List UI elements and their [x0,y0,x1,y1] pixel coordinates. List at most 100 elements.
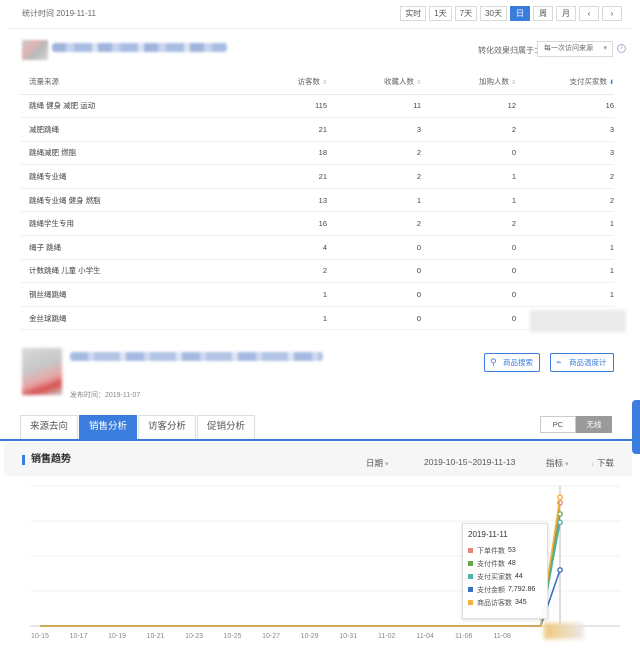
source-keyword-cell[interactable]: 跳绳专业绳 健身 燃脂 [20,188,210,213]
metric-cell: 3 [516,117,614,142]
metric-cell: 115 [210,94,327,119]
metric-cell: 12 [421,94,516,119]
metric-cell: 1 [516,282,614,307]
source-keyword-cell[interactable]: 跳绳学生专用 [20,211,210,237]
metric-cell: 4 [210,235,327,260]
product-title-blurred [52,43,227,52]
download-button[interactable]: ↓ 下载 [589,457,614,469]
table-row[interactable]: 跳绳专业绳 21 2 1 2 [20,164,614,189]
x-tick-label: 10-17 [70,633,88,640]
period-7day-button[interactable]: 7天 [454,6,478,21]
source-keyword-cell[interactable]: 跳绳 健身 减肥 运动 [20,94,210,119]
x-tick-label: 11-06 [455,633,472,640]
metric-cell: 2 [421,211,516,237]
col-header-favorites[interactable]: 收藏人数 ⇕ [327,70,421,95]
source-table: 流量来源 访客数 ⇕ 收藏人数 ⇕ 加购人数 ⇕ 支付买家数 ⬇ 跳绳 健身 减肥 运动… [20,70,614,331]
tooltip-series-value: 44 [515,573,523,580]
traffic-source-panel: 统计时间 2019-11-11 实时 1天 7天 30天 日 周 月 ‹ › 转… [0,0,632,340]
metric-cell: 16 [516,94,614,119]
metric-cell: 0 [327,259,421,284]
tab-underline [0,439,632,441]
platform-wireless-button[interactable]: 无线 [576,416,612,433]
prev-period-button[interactable]: ‹ [579,6,599,21]
table-row[interactable]: 减肥跳绳 21 3 2 3 [20,117,614,142]
x-tick-label: 10-31 [339,633,357,640]
metric-cell: 16 [210,211,327,237]
conversion-select[interactable]: 每一次访问来源 ▾ [537,41,613,57]
metric-cell: 1 [421,164,516,189]
link-icon: ⌁ [556,357,562,367]
sort-icon[interactable]: ⇕ [322,80,327,86]
metrics-select[interactable]: 指标 ▾ [546,457,569,469]
sort-icon[interactable]: ⇕ [416,80,421,86]
table-row[interactable]: 跳绳学生专用 16 2 2 1 [20,211,614,237]
metric-cell: 0 [421,259,516,284]
table-row[interactable]: 跳绳专业绳 健身 燃脂 13 1 1 2 [20,188,614,213]
tooltip-row: 下单件数 53 [468,544,542,557]
product-analysis-panel: 发布时间：2019-11-07 ⚲ 商品搜索 ⌁ 商品温度计 来源去向 销售分析… [0,340,640,655]
tooltip-date: 2019-11-11 [468,530,508,539]
blurred-region [544,623,584,639]
tooltip-row: 支付金额 7,792.86 [468,583,542,596]
col-header-visitors[interactable]: 访客数 ⇕ [210,70,327,95]
date-range[interactable]: 2019-10-15~2019-11-13 [424,457,515,467]
product-search-button[interactable]: ⚲ 商品搜索 [484,353,540,372]
legend-dot-icon [468,574,473,579]
table-row[interactable]: 金丝球跳绳 1 0 0 [20,306,614,331]
series-point[interactable] [557,567,563,573]
product-thermometer-button[interactable]: ⌁ 商品温度计 [550,353,614,372]
platform-pc-button[interactable]: PC [540,416,576,433]
source-keyword-cell[interactable]: 减肥跳绳 [20,117,210,142]
conversion-label: 转化效果归属于： [478,46,542,55]
period-realtime-button[interactable]: 实时 [400,6,427,21]
table-row[interactable]: 跳绳减肥 燃脂 18 2 0 3 [20,141,614,166]
metric-cell: 2 [327,211,421,237]
chevron-down-icon: ▾ [565,461,569,468]
source-keyword-cell[interactable]: 计数跳绳 儿童 小学生 [20,259,210,284]
metric-cell: 2 [516,164,614,189]
x-tick-label: 10-19 [108,633,126,640]
metric-cell: 2 [327,141,421,166]
period-day-button[interactable]: 日 [510,6,530,21]
period-30day-button[interactable]: 30天 [480,6,507,21]
granularity-select[interactable]: 日期 ▾ [366,457,389,469]
period-week-button[interactable]: 周 [533,6,553,21]
source-keyword-cell[interactable]: 金丝球跳绳 [20,306,210,331]
metric-cell: 0 [327,306,421,331]
period-1day-button[interactable]: 1天 [429,6,452,21]
series-point[interactable] [557,519,563,526]
metric-cell: 3 [327,117,421,142]
side-float-tab[interactable] [632,400,640,454]
source-keyword-cell[interactable]: 钢丝绳跳绳 [20,282,210,307]
sort-desc-icon[interactable]: ⬇ [609,80,614,86]
metric-cell: 1 [210,306,327,331]
tab-promotion-analysis[interactable]: 促销分析 [197,415,256,439]
info-icon[interactable]: i [617,44,626,53]
next-period-button[interactable]: › [602,6,622,21]
product-search-label: 商品搜索 [503,358,533,367]
tab-source-destination[interactable]: 来源去向 [20,415,79,439]
x-tick-label: 10-23 [185,633,203,640]
col-header-buyers[interactable]: 支付买家数 ⬇ [516,70,614,95]
source-keyword-cell[interactable]: 跳绳减肥 燃脂 [20,141,210,166]
tooltip-row: 商品访客数 345 [468,596,542,609]
series-point[interactable] [557,494,563,501]
col-header-source: 流量来源 [20,70,210,95]
tooltip-row: 支付买家数 44 [468,570,542,583]
source-keyword-cell[interactable]: 绳子 跳绳 [20,235,210,260]
table-row[interactable]: 计数跳绳 儿童 小学生 2 0 0 1 [20,259,614,284]
product-title-blurred [70,352,323,361]
tab-visitor-analysis[interactable]: 访客分析 [138,415,197,439]
x-tick-label: 10-21 [147,633,165,640]
table-row[interactable]: 跳绳 健身 减肥 运动 115 11 12 16 [20,94,614,119]
table-row[interactable]: 绳子 跳绳 4 0 0 1 [20,235,614,260]
product-thermometer-label: 商品温度计 [569,358,607,367]
table-row[interactable]: 钢丝绳跳绳 1 0 0 1 [20,282,614,307]
period-selector: 实时 1天 7天 30天 日 周 月 ‹ › [400,6,622,21]
tab-sales-analysis[interactable]: 销售分析 [79,415,138,439]
col-header-addcart[interactable]: 加购人数 ⇕ [421,70,516,95]
sort-icon[interactable]: ⇕ [511,80,516,86]
metric-cell: 1 [421,188,516,213]
source-keyword-cell[interactable]: 跳绳专业绳 [20,164,210,189]
period-month-button[interactable]: 月 [556,6,576,21]
